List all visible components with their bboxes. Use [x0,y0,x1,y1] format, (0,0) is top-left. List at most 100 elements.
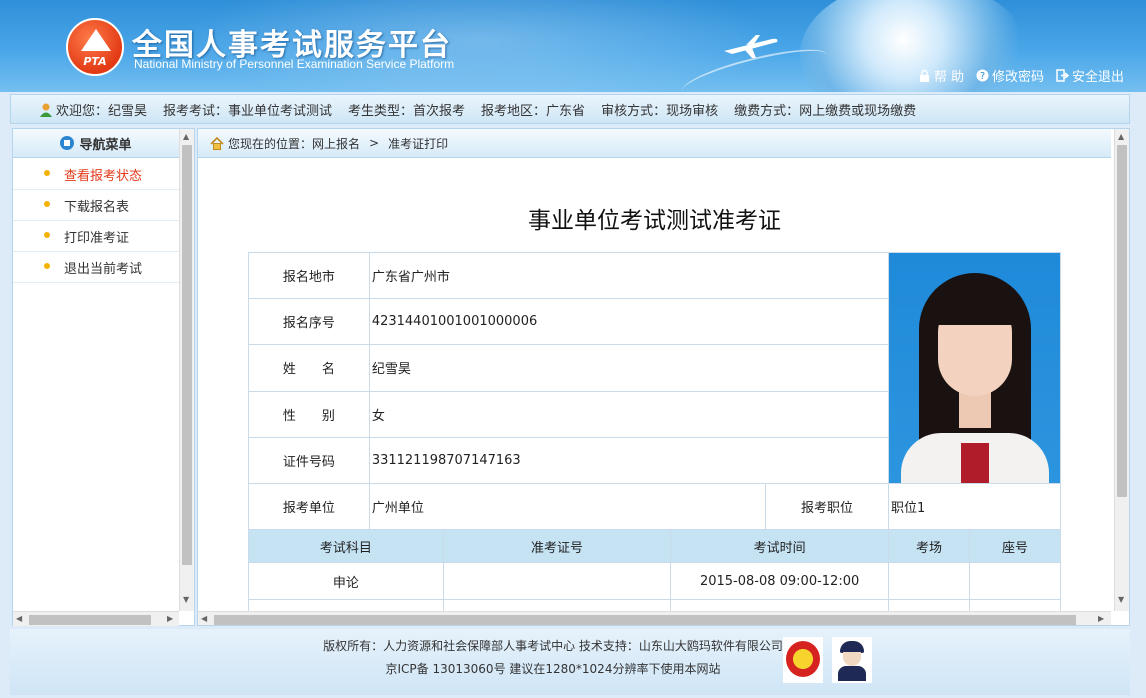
bullet-icon [44,170,50,176]
site-subtitle: National Ministry of Personnel Examinati… [134,57,455,71]
field-value: 42314401001001000006 [368,298,889,346]
scrollbar-thumb[interactable] [214,615,1076,625]
sidebar-item-print-ticket[interactable]: 打印准考证 [13,221,179,252]
position-value: 职位1 [887,483,1062,530]
table-row: 报名地市 广东省广州市 [248,251,1062,484]
breadcrumb-separator: > [369,136,380,150]
ticket-content: 事业单位考试测试准考证 报名地市 广东省广州市 报名序号 42314401001… [198,159,1111,611]
change-password-link[interactable]: ? 修改密码 [976,66,1044,85]
photo-cell [887,252,1062,484]
column-header: 考试时间 [670,529,889,563]
field-value: 女 [368,390,889,438]
breadcrumb-current: 准考证打印 [388,136,449,151]
payment-method: 缴费方式：网上缴费或现场缴费 [734,103,917,119]
candidate-photo [888,253,1060,483]
scrollbar-thumb[interactable] [29,615,151,625]
logo-text: PTA [83,55,107,68]
logout-icon [1056,69,1069,82]
police-badge-icon[interactable] [832,637,872,683]
help-link-label: 帮 助 [933,70,964,85]
scroll-left-arrow-icon[interactable]: ◀ [201,614,207,623]
seat-cell [968,562,1062,600]
field-label: 姓 名 [248,344,370,392]
bullet-icon [44,232,50,238]
exam-time-cell: 2015-08-08 09:00-12:00 [670,562,889,600]
column-header: 准考证号 [442,529,672,563]
subject-cell: 申论 [248,562,444,600]
column-header: 座号 [968,529,1062,563]
candidate-type: 考生类型：首次报考 [348,103,466,119]
table-row: 行测 2015-08-08 14:00-17:00 [248,599,1062,611]
field-value: 331121198707147163 [368,436,889,485]
table-row: 申论 2015-08-08 09:00-12:00 [248,562,1062,600]
sidebar-item-download-form[interactable]: 下载报名表 [13,190,179,221]
sidebar-menu: 查看报考状态 下载报名表 打印准考证 退出当前考试 [13,159,179,283]
seat-cell [968,599,1062,611]
site-footer: 版权所有：人力资源和社会保障部人事考试中心 技术支持：山东山大鸥玛软件有限公司 … [10,629,1130,695]
copyright-text: 版权所有：人力资源和社会保障部人事考试中心 技术支持：山东山大鸥玛软件有限公司 [323,639,783,653]
site-header: PTA 全国人事考试服务平台 National Ministry of Pers… [0,0,1146,92]
position-label: 报考职位 [765,483,889,530]
sidebar-item-label: 退出当前考试 [64,261,143,277]
table-row: 报考单位 广州单位 报考职位 职位1 [248,483,1062,530]
change-password-label: 修改密码 [991,70,1044,85]
pta-logo: PTA [66,18,124,76]
sidebar-item-label: 下载报名表 [64,199,130,215]
admission-ticket-table: 报名地市 广东省广州市 报名序号 42314401001001000006 姓 … [248,251,1062,611]
subject-cell: 行测 [248,599,444,611]
exam-time-cell: 2015-08-08 14:00-17:00 [670,599,889,611]
unit-label: 报考单位 [248,483,370,530]
exam-region: 报考地区：广东省 [481,103,586,119]
scroll-down-arrow-icon[interactable]: ▼ [1118,595,1124,604]
content-vertical-scrollbar[interactable]: ▲ ▼ [1114,129,1129,611]
menu-icon [60,136,75,150]
room-cell [887,599,970,611]
field-label: 报名地市 [248,251,370,300]
sidebar-horizontal-scrollbar[interactable]: ◀ ▶ [13,611,179,626]
sidebar-item-exit-exam[interactable]: 退出当前考试 [13,252,179,283]
logout-link[interactable]: 安全退出 [1056,66,1124,85]
scroll-right-arrow-icon[interactable]: ▶ [1098,614,1104,623]
field-label: 证件号码 [248,436,370,485]
field-label: 报名序号 [248,298,370,346]
airplane-icon [724,35,778,58]
emblem-badge-icon[interactable] [783,637,823,683]
sidebar: 导航菜单 查看报考状态 下载报名表 打印准考证 退出当前考试 ▲ ▼ ◀ ▶ [12,128,195,626]
column-header: 考场 [887,529,970,563]
exam-name: 报考考试：事业单位考试测试 [163,103,333,119]
sidebar-item-label: 查看报考状态 [64,168,143,184]
help-link[interactable]: 帮 助 [918,66,964,85]
scroll-down-arrow-icon[interactable]: ▼ [183,595,189,604]
lock-icon [919,69,929,82]
home-icon [210,136,224,150]
scroll-right-arrow-icon[interactable]: ▶ [167,614,173,623]
header-links: 帮 助 ? 修改密码 安全退出 [918,66,1124,85]
review-method: 审核方式：现场审核 [601,103,719,119]
sidebar-title: 导航菜单 [79,137,132,153]
sidebar-vertical-scrollbar[interactable]: ▲ ▼ [179,129,194,611]
svg-text:?: ? [980,71,985,82]
sidebar-item-label: 打印准考证 [64,230,130,246]
scroll-up-arrow-icon[interactable]: ▲ [1118,132,1124,141]
scrollbar-thumb[interactable] [182,145,192,565]
welcome-text: 欢迎您：纪雪昊 [56,103,148,119]
scroll-up-arrow-icon[interactable]: ▲ [183,132,189,141]
ticket-no-cell [442,599,672,611]
ticket-title: 事业单位考试测试准考证 [528,208,781,234]
breadcrumb-prefix[interactable]: 您现在的位置：网上报名 [228,135,360,152]
scrollbar-thumb[interactable] [1117,145,1127,497]
field-value: 纪雪昊 [368,344,889,392]
icp-text: 京ICP备 13013060号 建议在1280*1024分辨率下使用本网站 [385,662,721,676]
room-cell [887,562,970,600]
logout-label: 安全退出 [1071,70,1124,85]
column-header: 考试科目 [248,529,444,563]
scroll-left-arrow-icon[interactable]: ◀ [16,614,22,623]
bullet-icon [44,263,50,269]
help-icon: ? [976,69,989,82]
exam-info-bar: 欢迎您：纪雪昊 报考考试：事业单位考试测试 考生类型：首次报考 报考地区：广东省… [10,94,1130,124]
unit-value: 广州单位 [368,483,767,530]
breadcrumb: 您现在的位置：网上报名 > 准考证打印 [198,129,1111,158]
sidebar-item-view-status[interactable]: 查看报考状态 [13,159,179,190]
field-label: 性 别 [248,390,370,438]
content-horizontal-scrollbar[interactable]: ◀ ▶ [198,611,1111,625]
